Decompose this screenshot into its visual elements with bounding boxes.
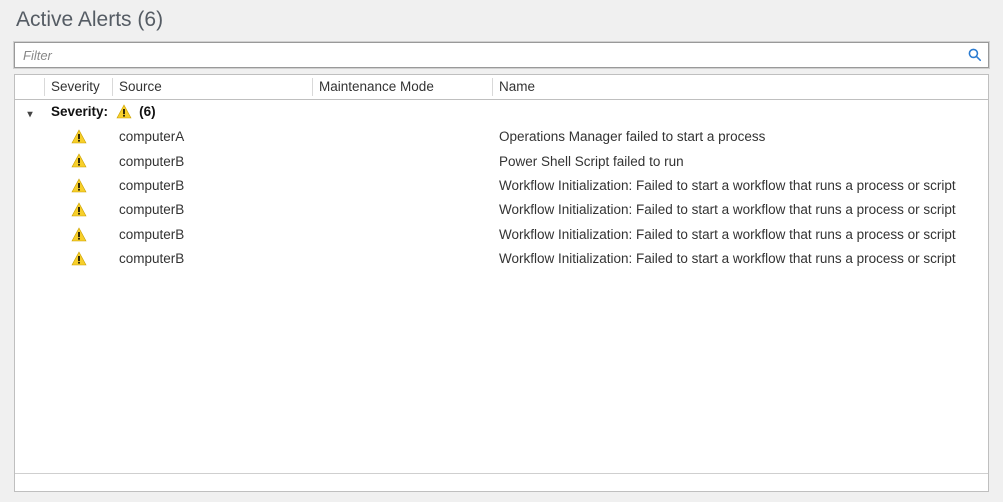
grid-scroll-area: Severity Source Maintenance Mode Name ▾ S… — [15, 75, 988, 473]
alert-maintenance-mode — [313, 149, 493, 173]
table-row[interactable]: computerB Workflow Initialization: Failed… — [15, 247, 988, 271]
alert-maintenance-mode — [313, 173, 493, 197]
group-label: Severity: — [51, 104, 108, 119]
alert-maintenance-mode — [313, 247, 493, 271]
alert-source: computerA — [113, 124, 313, 148]
column-header-maintenance-mode[interactable]: Maintenance Mode — [313, 75, 493, 100]
alert-name: Workflow Initialization: Failed to start… — [493, 247, 988, 271]
warning-icon — [71, 129, 87, 145]
group-header-row[interactable]: ▾ Severity: (6) — [15, 100, 988, 125]
alert-maintenance-mode — [313, 222, 493, 246]
warning-icon — [71, 202, 87, 218]
table-row[interactable]: computerB Workflow Initialization: Failed… — [15, 222, 988, 246]
group-count: (6) — [139, 104, 156, 119]
alert-name: Workflow Initialization: Failed to start… — [493, 198, 988, 222]
table-row[interactable]: computerA Operations Manager failed to st… — [15, 124, 988, 148]
alert-maintenance-mode — [313, 198, 493, 222]
horizontal-scrollbar[interactable] — [15, 473, 988, 491]
filter-bar[interactable] — [14, 42, 989, 68]
title-text: Active Alerts — [16, 8, 132, 31]
alert-source: computerB — [113, 222, 313, 246]
alert-maintenance-mode — [313, 124, 493, 148]
alert-name: Power Shell Script failed to run — [493, 149, 988, 173]
warning-icon — [71, 251, 87, 267]
chevron-down-icon[interactable]: ▾ — [25, 110, 35, 120]
alert-source: computerB — [113, 149, 313, 173]
table-row[interactable]: computerB Workflow Initialization: Failed… — [15, 173, 988, 197]
column-header-source[interactable]: Source — [113, 75, 313, 100]
alerts-panel: Active Alerts (6) Severity — [0, 0, 1003, 502]
alert-name: Workflow Initialization: Failed to start… — [493, 222, 988, 246]
warning-icon — [71, 153, 87, 169]
alert-source: computerB — [113, 247, 313, 271]
warning-icon — [71, 178, 87, 194]
alert-name: Operations Manager failed to start a pro… — [493, 124, 988, 148]
warning-icon — [116, 104, 132, 120]
column-header-expand[interactable] — [15, 75, 45, 100]
title-count: 6 — [144, 8, 156, 31]
column-header-name[interactable]: Name — [493, 75, 988, 100]
search-icon[interactable] — [968, 48, 982, 62]
column-header-severity[interactable]: Severity — [45, 75, 113, 100]
warning-icon — [71, 227, 87, 243]
alerts-grid: Severity Source Maintenance Mode Name ▾ S… — [14, 74, 989, 492]
alert-source: computerB — [113, 198, 313, 222]
page-title: Active Alerts (6) — [16, 8, 989, 32]
alert-source: computerB — [113, 173, 313, 197]
column-header-row: Severity Source Maintenance Mode Name — [15, 75, 988, 100]
table-row[interactable]: computerB Workflow Initialization: Failed… — [15, 198, 988, 222]
alert-name: Workflow Initialization: Failed to start… — [493, 173, 988, 197]
table-row[interactable]: computerB Power Shell Script failed to ru… — [15, 149, 988, 173]
filter-input[interactable] — [21, 47, 968, 64]
